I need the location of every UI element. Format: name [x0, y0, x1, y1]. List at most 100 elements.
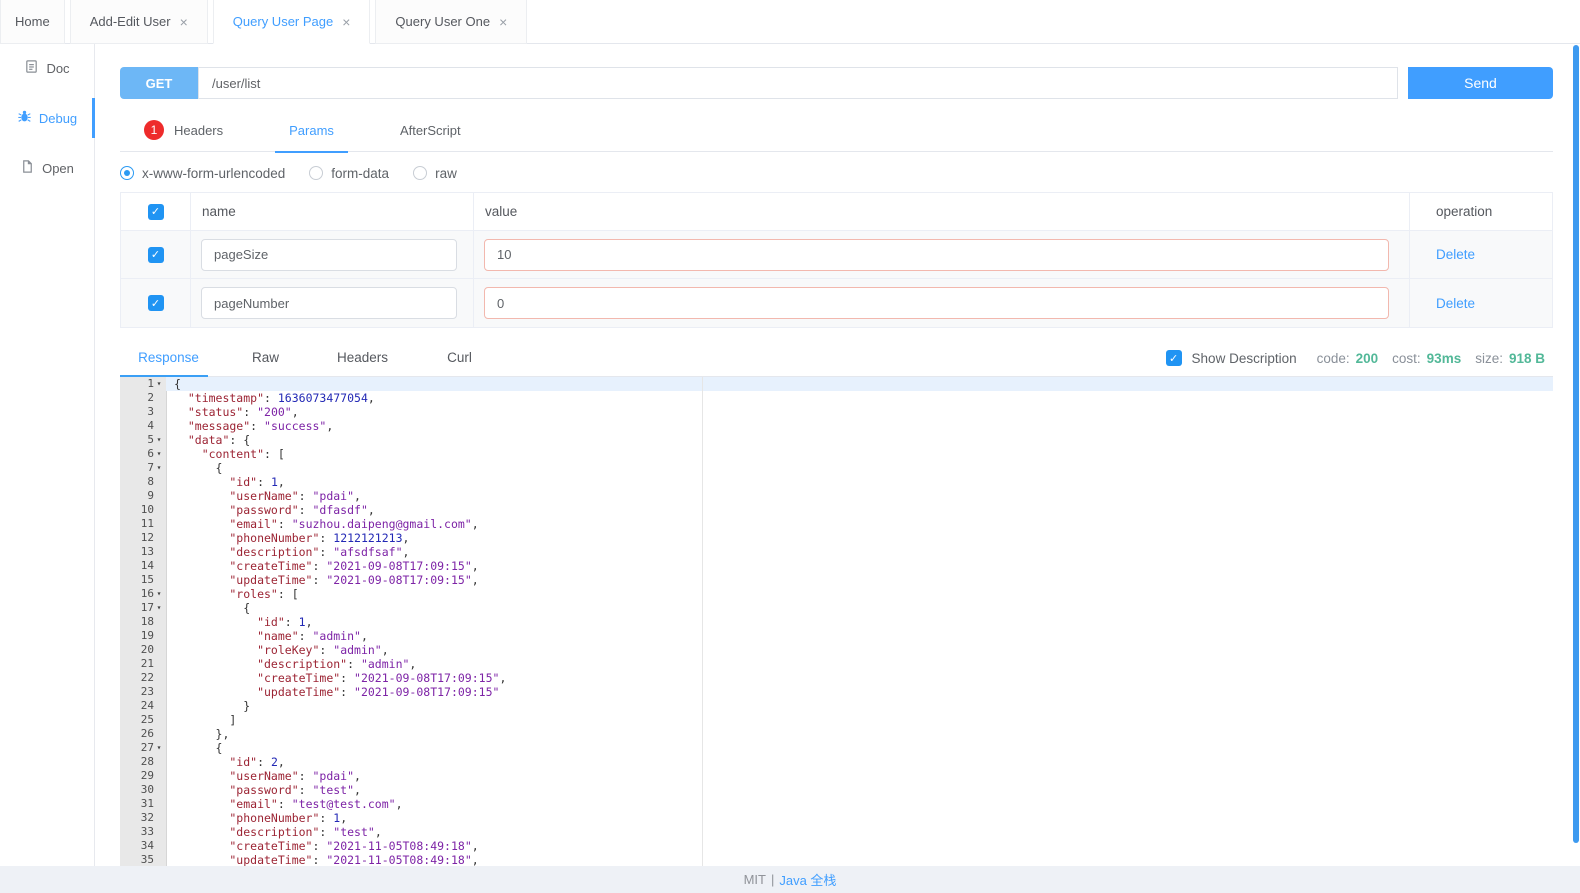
- row-checkbox[interactable]: ✓: [148, 295, 164, 311]
- doc-icon: [24, 59, 39, 77]
- token: ,: [340, 811, 347, 825]
- line-number-text: 30: [141, 783, 154, 797]
- radio-x-www-form-urlencoded[interactable]: x-www-form-urlencoded: [120, 166, 285, 181]
- fold-arrow-icon[interactable]: ▾: [154, 433, 164, 447]
- token: "2021-09-08T17:09:15": [326, 573, 471, 587]
- response-tab-headers[interactable]: Headers: [314, 340, 411, 377]
- editor-line: 35 "updateTime": "2021-11-05T08:49:18",: [120, 853, 1553, 866]
- close-icon[interactable]: ×: [499, 15, 507, 29]
- line-number-text: 22: [141, 671, 154, 685]
- cost-label: cost:: [1392, 351, 1421, 366]
- editor-line: 17▾ {: [120, 601, 1553, 615]
- param-value-input[interactable]: [484, 239, 1389, 271]
- line-number-text: 4: [147, 419, 154, 433]
- show-description-label: Show Description: [1192, 351, 1297, 366]
- token: ,: [499, 671, 506, 685]
- token: "timestamp": [174, 391, 264, 405]
- token: "createTime": [174, 671, 340, 685]
- token: :: [340, 671, 354, 685]
- line-number-text: 17: [141, 601, 154, 615]
- token: "updateTime": [174, 685, 340, 699]
- send-button[interactable]: Send: [1408, 67, 1553, 99]
- param-value-input[interactable]: [484, 287, 1389, 319]
- code-text: "timestamp": 1636073477054,: [166, 391, 1553, 405]
- fold-arrow-icon[interactable]: ▾: [154, 461, 164, 475]
- param-name-input[interactable]: [201, 239, 457, 271]
- delete-link[interactable]: Delete: [1436, 247, 1475, 262]
- code-text: "description": "test",: [166, 825, 1553, 839]
- token: "email": [174, 797, 278, 811]
- line-number: 22: [120, 671, 166, 685]
- sidebar-item-doc[interactable]: Doc: [0, 46, 94, 90]
- delete-link[interactable]: Delete: [1436, 296, 1475, 311]
- token: {: [174, 601, 250, 615]
- code-text: "createTime": "2021-09-08T17:09:15",: [166, 559, 1553, 573]
- line-number: 5▾: [120, 433, 166, 447]
- tab-query-user-one[interactable]: Query User One×: [375, 0, 527, 44]
- token: : [: [278, 587, 299, 601]
- url-input[interactable]: [198, 67, 1398, 99]
- sidebar-item-open[interactable]: Open: [0, 146, 94, 190]
- radio-form-data[interactable]: form-data: [309, 166, 389, 181]
- line-number-text: 13: [141, 545, 154, 559]
- size-label: size:: [1475, 351, 1503, 366]
- code-text: {: [166, 741, 1553, 755]
- row-checkbox[interactable]: ✓: [148, 247, 164, 263]
- sidebar-item-debug[interactable]: Debug: [0, 96, 94, 140]
- tab-home[interactable]: Home: [0, 0, 65, 44]
- token: :: [312, 839, 326, 853]
- editor-line: 30 "password": "test",: [120, 783, 1553, 797]
- fold-arrow-icon[interactable]: ▾: [154, 741, 164, 755]
- close-icon[interactable]: ×: [342, 15, 350, 29]
- response-tab-curl[interactable]: Curl: [411, 340, 508, 377]
- table-row: ✓ Delete: [121, 279, 1552, 327]
- fold-arrow-icon[interactable]: ▾: [154, 587, 164, 601]
- response-tab-response[interactable]: Response: [120, 340, 217, 377]
- fold-arrow-icon[interactable]: ▾: [154, 601, 164, 615]
- method-select[interactable]: GET: [120, 67, 198, 99]
- line-number-text: 15: [141, 573, 154, 587]
- param-name-input[interactable]: [201, 287, 457, 319]
- token: "200": [257, 405, 292, 419]
- code-text: "roleKey": "admin",: [166, 643, 1553, 657]
- editor-line: 24 }: [120, 699, 1553, 713]
- token: {: [174, 741, 222, 755]
- response-tab-raw[interactable]: Raw: [217, 340, 314, 377]
- token: : {: [229, 433, 250, 447]
- line-number-text: 23: [141, 685, 154, 699]
- code-text: "email": "test@test.com",: [166, 797, 1553, 811]
- token: ,: [361, 629, 368, 643]
- footer-link[interactable]: Java 全栈: [779, 870, 836, 889]
- tab-afterscript[interactable]: AfterScript: [394, 109, 467, 152]
- line-number-text: 6: [147, 447, 154, 461]
- token: "name": [174, 629, 299, 643]
- tab-headers[interactable]: 1 Headers: [138, 109, 229, 152]
- code-text: },: [166, 727, 1553, 741]
- tab-query-user-page[interactable]: Query User Page×: [213, 0, 371, 44]
- token: "email": [174, 517, 278, 531]
- fold-arrow-icon[interactable]: ▾: [154, 447, 164, 461]
- tab-params[interactable]: Params: [283, 109, 340, 152]
- footer-separator: |: [771, 872, 774, 887]
- line-number-text: 9: [147, 489, 154, 503]
- editor-line: 3 "status": "200",: [120, 405, 1553, 419]
- code-text: "description": "admin",: [166, 657, 1553, 671]
- show-description-checkbox[interactable]: ✓: [1166, 350, 1182, 366]
- scrollbar-thumb[interactable]: [1573, 45, 1579, 843]
- col-value-header: value: [474, 193, 1410, 230]
- token: "id": [174, 475, 257, 489]
- json-response-editor[interactable]: 1▾{2 "timestamp": 1636073477054,3 "statu…: [120, 377, 1553, 866]
- tab-add-edit-user[interactable]: Add-Edit User×: [70, 0, 208, 44]
- radio-raw[interactable]: raw: [413, 166, 457, 181]
- token: {: [174, 377, 181, 391]
- token: 1636073477054: [278, 391, 368, 405]
- token: "dfasdf": [312, 503, 367, 517]
- token: "status": [174, 405, 243, 419]
- close-icon[interactable]: ×: [180, 15, 188, 29]
- row-select-cell: ✓: [121, 279, 191, 327]
- editor-splitter[interactable]: [702, 377, 703, 866]
- line-number-text: 34: [141, 839, 154, 853]
- token: :: [319, 643, 333, 657]
- select-all-checkbox[interactable]: ✓: [148, 204, 164, 220]
- fold-arrow-icon[interactable]: ▾: [154, 377, 164, 391]
